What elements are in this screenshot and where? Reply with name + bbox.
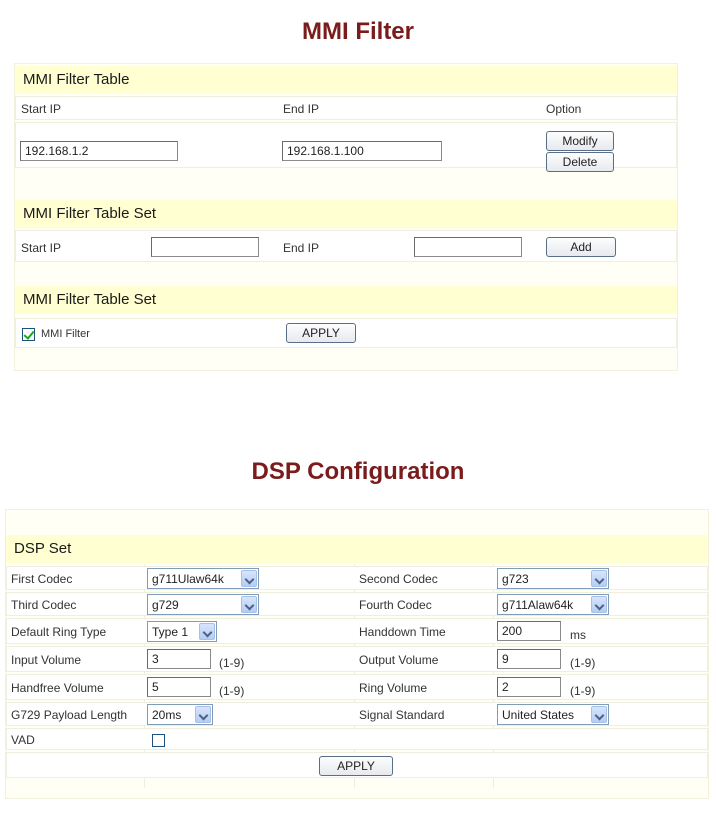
mmi-table-column-header-row: Start IP End IP Option <box>15 96 677 120</box>
ring-volume-input[interactable] <box>497 677 561 697</box>
vad-checkbox[interactable] <box>152 734 165 747</box>
second-codec-label: Second Codec <box>359 572 438 586</box>
second-codec-value: g723 <box>502 572 529 586</box>
ring-volume-range: (1-9) <box>570 684 596 698</box>
input-volume-label: Input Volume <box>11 653 82 667</box>
default-ring-type-select[interactable]: Type 1 <box>147 621 217 642</box>
mmi-apply-button[interactable]: APPLY <box>286 323 356 343</box>
dsp-row-vad: VAD <box>6 728 708 750</box>
start-ip-label: Start IP <box>21 241 62 255</box>
signal-standard-label: Signal Standard <box>359 708 445 722</box>
mmi-table-set-row: Start IP End IP Add <box>15 230 677 262</box>
chevron-down-icon <box>199 623 215 640</box>
chevron-down-icon <box>591 570 607 587</box>
third-codec-select[interactable]: g729 <box>147 594 259 615</box>
first-codec-select[interactable]: g711Ulaw64k <box>147 568 259 589</box>
handdown-time-unit: ms <box>570 628 586 642</box>
mmi-filter-enable-heading: MMI Filter Table Set <box>15 286 677 314</box>
fourth-codec-select[interactable]: g711Alaw64k <box>497 594 609 615</box>
default-ring-type-value: Type 1 <box>152 625 189 639</box>
dsp-apply-row: APPLY <box>6 752 708 778</box>
add-button[interactable]: Add <box>546 237 616 257</box>
dsp-set-heading: DSP Set <box>6 535 708 563</box>
handfree-volume-input[interactable] <box>147 677 211 697</box>
dsp-apply-button[interactable]: APPLY <box>319 756 393 776</box>
dsp-row-codecs-2: Third Codec g729 Fourth Codec g711Alaw64… <box>6 592 708 616</box>
signal-standard-select[interactable]: United States <box>497 704 609 725</box>
column-start-ip: Start IP <box>21 102 62 116</box>
ring-volume-label: Ring Volume <box>359 681 428 695</box>
third-codec-value: g729 <box>152 598 179 612</box>
fourth-codec-label: Fourth Codec <box>359 598 432 612</box>
mmi-filter-checkbox[interactable] <box>22 328 35 341</box>
dsp-row-payload: G729 Payload Length 20ms Signal Standard… <box>6 702 708 726</box>
dsp-row-codecs-1: First Codec g711Ulaw64k Second Codec g72… <box>6 566 708 590</box>
dsp-row-ring-type: Default Ring Type Type 1 Handdown Time m… <box>6 618 708 644</box>
chevron-down-icon <box>241 570 257 587</box>
output-volume-range: (1-9) <box>570 656 596 670</box>
third-codec-label: Third Codec <box>11 598 77 612</box>
mmi-filter-table-heading: MMI Filter Table <box>15 66 677 94</box>
mmi-row-end-ip-field[interactable] <box>282 141 442 161</box>
first-codec-label: First Codec <box>11 572 73 586</box>
dsp-configuration-title: DSP Configuration <box>251 458 465 485</box>
dsp-row-volumes-1: Input Volume (1-9) Output Volume (1-9) <box>6 646 708 672</box>
handdown-time-label: Handdown Time <box>359 625 446 639</box>
mmi-filter-title: MMI Filter <box>302 18 414 45</box>
column-option: Option <box>546 102 582 116</box>
input-volume-range: (1-9) <box>219 656 245 670</box>
handdown-time-input[interactable] <box>497 621 561 641</box>
chevron-down-icon <box>195 706 211 723</box>
start-ip-input[interactable] <box>151 237 259 257</box>
second-codec-select[interactable]: g723 <box>497 568 609 589</box>
mmi-filter-enable-row: MMI Filter APPLY <box>15 318 677 348</box>
mmi-table-row: Modify Delete <box>15 122 677 172</box>
g729-payload-length-select[interactable]: 20ms <box>147 704 213 725</box>
signal-standard-value: United States <box>502 708 575 722</box>
chevron-down-icon <box>241 596 257 613</box>
fourth-codec-value: g711Alaw64k <box>502 598 574 612</box>
modify-button[interactable]: Modify <box>546 131 614 151</box>
end-ip-label: End IP <box>283 241 320 255</box>
g729-payload-length-label: G729 Payload Length <box>11 708 128 722</box>
chevron-down-icon <box>591 596 607 613</box>
column-end-ip: End IP <box>283 102 320 116</box>
handfree-volume-range: (1-9) <box>219 684 245 698</box>
input-volume-input[interactable] <box>147 649 211 669</box>
mmi-row-start-ip-field[interactable] <box>20 141 178 161</box>
default-ring-type-label: Default Ring Type <box>11 625 107 639</box>
dsp-row-volumes-2: Handfree Volume (1-9) Ring Volume (1-9) <box>6 674 708 700</box>
mmi-filter-table-set-heading: MMI Filter Table Set <box>15 200 677 228</box>
mmi-filter-panel: MMI Filter Table Start IP End IP Option … <box>14 63 678 371</box>
chevron-down-icon <box>591 706 607 723</box>
vad-label: VAD <box>11 733 35 747</box>
g729-payload-length-value: 20ms <box>152 708 182 722</box>
handfree-volume-label: Handfree Volume <box>11 681 104 695</box>
output-volume-label: Output Volume <box>359 653 439 667</box>
output-volume-input[interactable] <box>497 649 561 669</box>
dsp-configuration-panel: DSP Set First Codec g711Ulaw64k Second C… <box>5 509 709 799</box>
end-ip-input[interactable] <box>414 237 522 257</box>
first-codec-value: g711Ulaw64k <box>152 572 224 586</box>
delete-button[interactable]: Delete <box>546 152 614 172</box>
mmi-filter-checkbox-label: MMI Filter <box>41 328 90 340</box>
